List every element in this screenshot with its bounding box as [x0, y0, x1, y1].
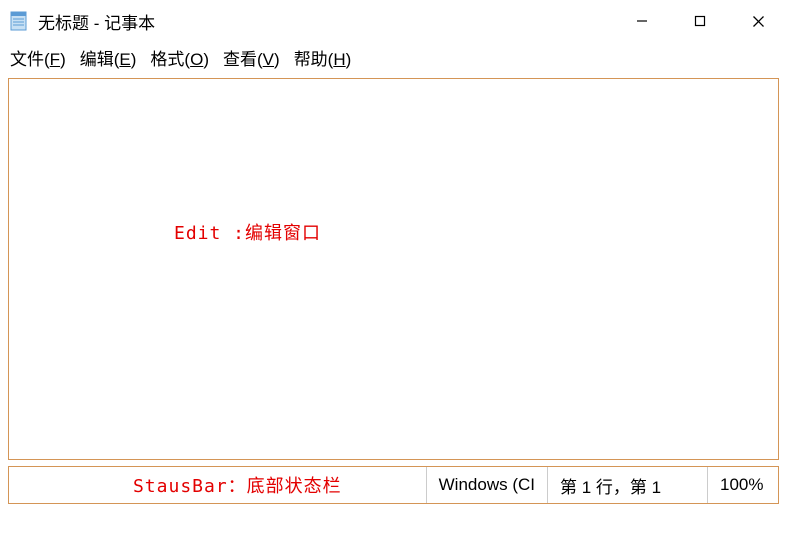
menubar: 文件(F) 编辑(E) 格式(O) 查看(V) 帮助(H) [0, 42, 787, 72]
menu-format[interactable]: 格式(O) [150, 45, 209, 70]
window-title: 无标题 - 记事本 [38, 9, 613, 34]
statusbar-zoom: 100% [708, 467, 778, 503]
close-button[interactable] [729, 0, 787, 42]
notepad-icon [8, 10, 30, 32]
titlebar: 无标题 - 记事本 [0, 0, 787, 42]
statusbar-encoding: Windows (CI [427, 467, 548, 503]
window-controls [613, 0, 787, 42]
minimize-button[interactable] [613, 0, 671, 42]
menu-help[interactable]: 帮助(H) [294, 45, 352, 70]
menu-edit[interactable]: 编辑(E) [80, 45, 137, 70]
text-editor[interactable]: Edit :编辑窗口 [8, 78, 779, 460]
maximize-button[interactable] [671, 0, 729, 42]
statusbar-position: 第 1 行，第 1 [548, 467, 708, 503]
statusbar-annotation-label: StausBar：底部状态栏 [9, 467, 427, 503]
statusbar: StausBar：底部状态栏 Windows (CI 第 1 行，第 1 100… [8, 466, 779, 504]
menu-file[interactable]: 文件(F) [10, 45, 66, 70]
menu-view[interactable]: 查看(V) [223, 45, 280, 70]
editor-annotation-label: Edit :编辑窗口 [174, 219, 321, 245]
